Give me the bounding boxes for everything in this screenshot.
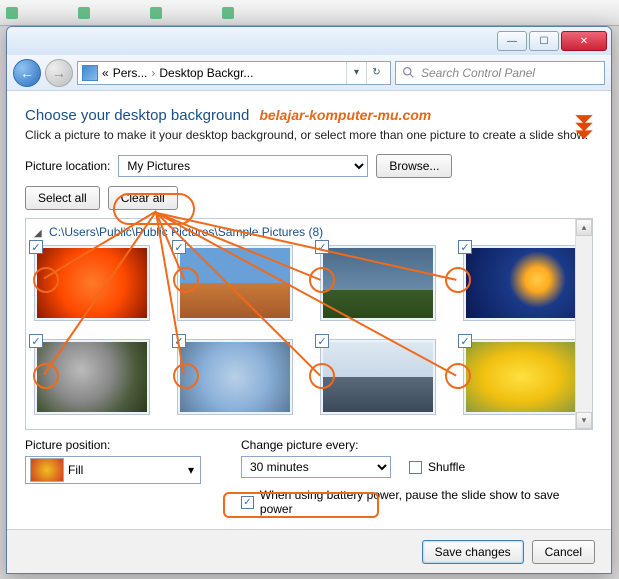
- shuffle-checkbox[interactable]: [409, 461, 422, 474]
- location-icon: [82, 65, 98, 81]
- page-subtitle: Click a picture to make it your desktop …: [25, 128, 593, 142]
- breadcrumb-segment[interactable]: Pers...: [113, 66, 148, 80]
- position-preview-icon: [30, 458, 64, 482]
- chevrons-icon: «: [102, 66, 109, 80]
- search-input[interactable]: Search Control Panel: [395, 61, 605, 85]
- picture-thumb-desert[interactable]: ✓: [177, 245, 293, 321]
- thumb-image: [37, 248, 147, 318]
- scroll-up-button[interactable]: ▴: [576, 219, 592, 236]
- change-interval-dropdown[interactable]: 30 minutes: [241, 456, 391, 478]
- position-value: Fill: [68, 463, 83, 477]
- thumb-checkbox[interactable]: ✓: [458, 334, 472, 348]
- breadcrumb-segment[interactable]: Desktop Backgr...: [159, 66, 253, 80]
- picture-thumb-hydrangeas[interactable]: ✓: [177, 339, 293, 415]
- picture-thumb-penguins[interactable]: ✓: [320, 339, 436, 415]
- scroll-down-button[interactable]: ▾: [576, 412, 592, 429]
- navigation-bar: ← → « Pers... › Desktop Backgr... ▾ ↻ Se…: [7, 55, 611, 91]
- forward-button[interactable]: →: [45, 59, 73, 87]
- address-dropdown-button[interactable]: ▾: [346, 62, 366, 84]
- picture-position-label: Picture position:: [25, 438, 201, 452]
- gallery-scrollbar[interactable]: ▴ ▾: [575, 219, 592, 429]
- maximize-button[interactable]: ☐: [529, 31, 559, 51]
- change-interval-label: Change picture every:: [241, 438, 593, 452]
- gallery-group-header[interactable]: ◢ C:\Users\Public\Public Pictures\Sample…: [34, 225, 584, 239]
- thumb-image: [323, 342, 433, 412]
- picture-thumb-tulips[interactable]: ✓: [463, 339, 579, 415]
- picture-location-label: Picture location:: [25, 159, 110, 173]
- browse-button[interactable]: Browse...: [376, 154, 452, 178]
- picture-thumb-lighthouse[interactable]: ✓: [320, 245, 436, 321]
- breadcrumb-bar[interactable]: « Pers... › Desktop Backgr... ▾ ↻: [77, 61, 391, 85]
- battery-label: When using battery power, pause the slid…: [260, 488, 593, 516]
- cancel-button[interactable]: Cancel: [532, 540, 595, 564]
- collapse-icon[interactable]: ◢: [34, 228, 42, 239]
- thumb-image: [180, 248, 290, 318]
- thumb-checkbox[interactable]: ✓: [458, 240, 472, 254]
- tab-favicon: [78, 7, 90, 19]
- refresh-button[interactable]: ↻: [366, 62, 386, 84]
- shuffle-label: Shuffle: [428, 460, 465, 474]
- breadcrumb-sep-icon: ›: [151, 66, 155, 80]
- thumb-checkbox[interactable]: ✓: [29, 334, 43, 348]
- window-titlebar: — ☐ ✕: [7, 27, 611, 55]
- annotation-arrow-icon: [571, 113, 597, 139]
- thumb-checkbox[interactable]: ✓: [172, 334, 186, 348]
- clear-all-button[interactable]: Clear all: [108, 186, 178, 210]
- thumb-image: [180, 342, 290, 412]
- tab-favicon: [6, 7, 18, 19]
- picture-location-dropdown[interactable]: My Pictures: [118, 155, 368, 177]
- thumb-image: [466, 342, 576, 412]
- tab-favicon: [150, 7, 162, 19]
- battery-checkbox[interactable]: ✓: [241, 496, 254, 509]
- gallery-group-path: C:\Users\Public\Public Pictures\Sample P…: [49, 225, 323, 239]
- control-panel-window: — ☐ ✕ ← → « Pers... › Desktop Backgr... …: [6, 26, 612, 574]
- thumb-image: [466, 248, 576, 318]
- search-placeholder: Search Control Panel: [421, 66, 535, 80]
- thumb-image: [323, 248, 433, 318]
- dialog-footer: Save changes Cancel: [7, 529, 611, 573]
- thumb-image: [37, 342, 147, 412]
- browser-tab-strip: [0, 0, 619, 26]
- thumb-checkbox[interactable]: ✓: [315, 240, 329, 254]
- picture-gallery: ◢ C:\Users\Public\Public Pictures\Sample…: [25, 218, 593, 430]
- thumb-checkbox[interactable]: ✓: [315, 334, 329, 348]
- scroll-track[interactable]: [576, 236, 592, 412]
- back-button[interactable]: ←: [13, 59, 41, 87]
- minimize-button[interactable]: —: [497, 31, 527, 51]
- save-changes-button[interactable]: Save changes: [422, 540, 524, 564]
- picture-thumb-chrysanthemum[interactable]: ✓: [34, 245, 150, 321]
- thumb-checkbox[interactable]: ✓: [29, 240, 43, 254]
- picture-thumb-koala[interactable]: ✓: [34, 339, 150, 415]
- content-area: Choose your desktop background belajar-k…: [7, 91, 611, 529]
- thumb-checkbox[interactable]: ✓: [172, 240, 186, 254]
- tab-favicon: [222, 7, 234, 19]
- close-button[interactable]: ✕: [561, 31, 607, 51]
- select-all-button[interactable]: Select all: [25, 186, 100, 210]
- search-icon: [402, 66, 415, 79]
- picture-thumb-jellyfish[interactable]: ✓: [463, 245, 579, 321]
- picture-position-dropdown[interactable]: Fill ▾: [25, 456, 201, 484]
- chevron-down-icon: ▾: [182, 463, 200, 477]
- page-title: Choose your desktop background: [25, 107, 249, 124]
- watermark-text: belajar-komputer-mu.com: [259, 107, 431, 123]
